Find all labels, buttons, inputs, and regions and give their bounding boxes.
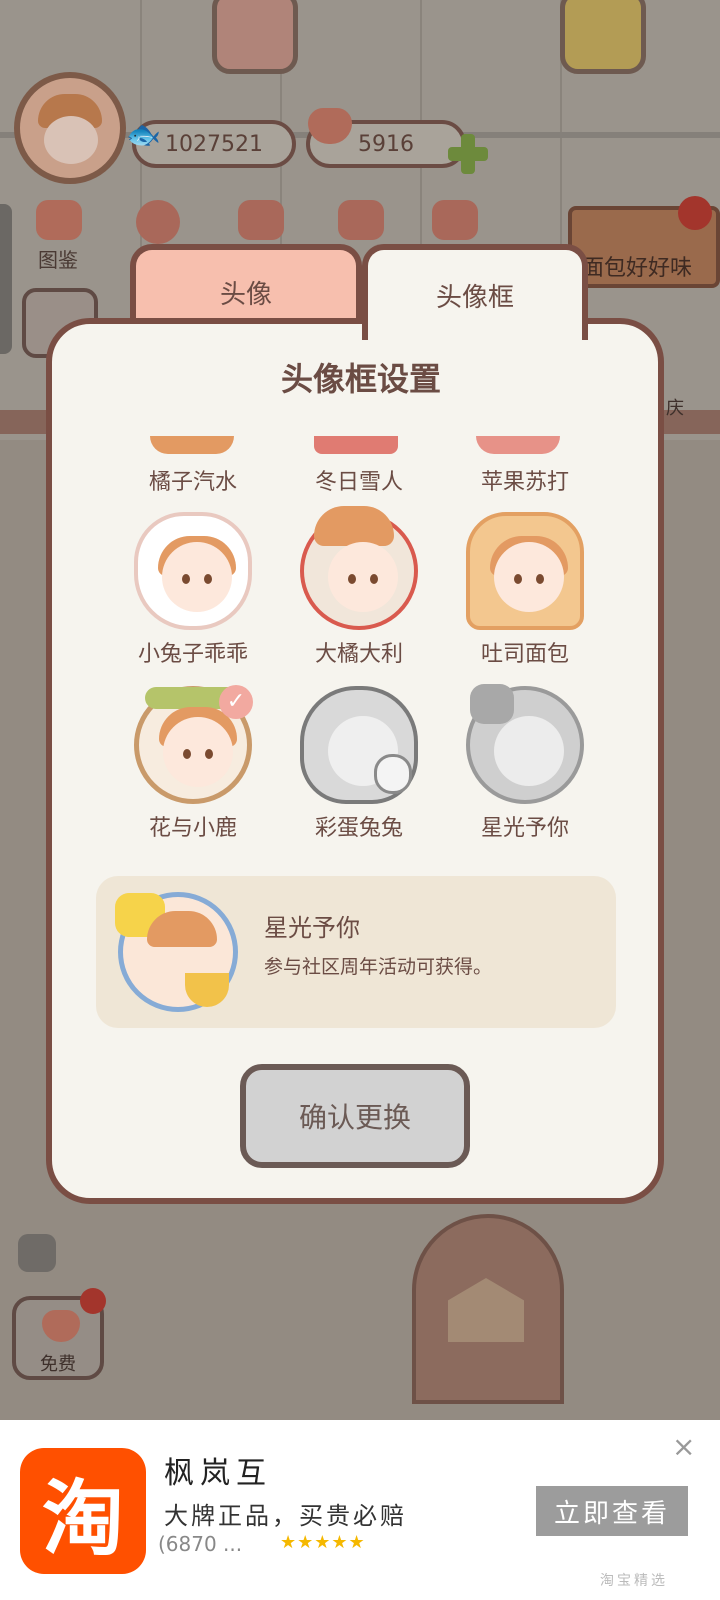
frame-item[interactable]: 星光予你 — [450, 684, 600, 842]
gear-icon[interactable] — [136, 200, 180, 244]
bread-sign-label: 面包好好味 — [582, 256, 693, 281]
starlight-frame-pic-locked — [466, 684, 584, 804]
frame-name: 彩蛋兔兔 — [314, 816, 403, 841]
avatar-hair — [147, 911, 217, 947]
ad-slogan: 大牌正品，买贵必赔 — [164, 1502, 407, 1530]
frame-name: 冬日雪人 — [314, 470, 403, 495]
cloud-button[interactable] — [18, 1234, 56, 1272]
avatar-face — [44, 116, 98, 164]
player-avatar[interactable] — [14, 72, 126, 184]
notification-dot — [678, 196, 712, 230]
selected-check-icon: ✓ — [219, 685, 253, 719]
plus-icon — [448, 147, 488, 161]
avatar-eye — [183, 749, 191, 759]
info-frame-name: 星光予你 — [264, 914, 360, 942]
fish-currency: 🐟 1027521 — [126, 118, 296, 168]
info-frame-description: 参与社区周年活动可获得。 — [264, 956, 493, 978]
ad-view-label: 立即查看 — [553, 1498, 670, 1529]
bunny-frame-pic — [134, 512, 252, 630]
frame-name: 小兔子乖乖 — [137, 642, 248, 667]
frame-item[interactable]: 橘子汽水 — [118, 458, 268, 496]
avatar-face — [163, 717, 233, 787]
avatar-eye — [205, 749, 213, 759]
guide-icon[interactable] — [36, 200, 82, 240]
avatar-eye — [536, 574, 544, 584]
frame-name: 苹果苏打 — [480, 470, 569, 495]
avatar-face — [494, 542, 564, 612]
ad-source: 淘宝精选 — [600, 1573, 668, 1589]
heart-icon — [42, 1310, 80, 1342]
info-frame-pic — [115, 892, 238, 1012]
frame-item[interactable]: 冬日雪人 — [284, 458, 434, 496]
hearts-icon[interactable] — [432, 200, 478, 240]
dialog-title: 头像框设置 — [280, 360, 441, 398]
free-label: 免费 — [40, 1354, 76, 1375]
avatar-eye — [204, 574, 212, 584]
ad-title: 枫岚互 — [164, 1456, 272, 1491]
friends-icon[interactable] — [338, 200, 384, 240]
frame-item[interactable]: 苹果苏打 — [450, 458, 600, 496]
frame-item[interactable]: 小兔子乖乖 — [118, 512, 268, 668]
close-icon[interactable]: × — [672, 1430, 695, 1463]
add-hearts-button[interactable] — [448, 134, 488, 174]
frame-art-apple — [476, 436, 560, 454]
heart-icon — [308, 108, 352, 144]
side-handle[interactable] — [0, 204, 12, 354]
toast-frame-pic — [466, 512, 584, 630]
heart-count: 5916 — [358, 131, 414, 157]
machine-left — [212, 0, 298, 74]
ad-rating-count: (6870 ... — [158, 1532, 243, 1556]
frame-name: 大橘大利 — [314, 642, 403, 667]
tab-avatar-frame[interactable]: 头像框 — [362, 244, 588, 340]
ad-banner[interactable]: 淘 枫岚互 大牌正品，买贵必赔 (6870 ... ★★★★★ 立即查看 × 淘… — [0, 1420, 720, 1600]
tab-avatar-frame-label: 头像框 — [435, 282, 514, 313]
ad-view-button[interactable]: 立即查看 — [536, 1486, 688, 1536]
gift-icon[interactable] — [238, 200, 284, 240]
heart-currency: 5916 — [306, 108, 466, 168]
deer-frame-pic: ✓ — [134, 685, 253, 804]
frame-info-panel: 星光予你 参与社区周年活动可获得。 — [96, 876, 616, 1028]
notification-dot — [80, 1288, 106, 1314]
bunny-icon — [374, 754, 412, 794]
avatar-eye — [182, 574, 190, 584]
frame-item[interactable]: 大橘大利 — [284, 506, 434, 668]
avatar-face — [494, 716, 564, 786]
confirm-change-button[interactable]: 确认更换 — [240, 1064, 470, 1168]
star-icon — [470, 684, 514, 724]
frame-item[interactable]: 彩蛋兔兔 — [284, 686, 434, 842]
tiger-hat — [314, 506, 394, 546]
avatar-eye — [370, 574, 378, 584]
avatar-face — [328, 542, 398, 612]
close-glyph: × — [672, 1430, 696, 1463]
frame-name: 星光予你 — [480, 816, 569, 841]
frame-name: 橘子汽水 — [148, 470, 237, 495]
frame-name: 花与小鹿 — [148, 816, 237, 841]
tab-avatar-label: 头像 — [219, 279, 272, 310]
avatar-eye — [348, 574, 356, 584]
taobao-logo-icon: 淘 — [20, 1448, 146, 1574]
frame-item[interactable]: 吐司面包 — [450, 512, 600, 668]
frame-item[interactable]: ✓ 花与小鹿 — [118, 685, 268, 842]
egg-frame-pic-locked — [300, 686, 418, 804]
ad-rating-stars: ★★★★★ — [280, 1532, 366, 1553]
tiger-frame-pic — [300, 506, 418, 630]
avatar-face — [162, 542, 232, 612]
frame-name: 吐司面包 — [480, 642, 569, 667]
avatar-eye — [514, 574, 522, 584]
machine-right — [560, 0, 646, 74]
moon-icon — [185, 973, 229, 1007]
frame-art-orange — [150, 436, 234, 454]
logo-char: 淘 — [41, 1470, 124, 1567]
fish-icon: 🐟 — [126, 118, 161, 151]
frame-art-snowman — [314, 436, 398, 454]
fish-count: 1027521 — [165, 131, 263, 157]
confirm-change-label: 确认更换 — [298, 1101, 411, 1134]
guide-label: 图鉴 — [38, 248, 78, 272]
